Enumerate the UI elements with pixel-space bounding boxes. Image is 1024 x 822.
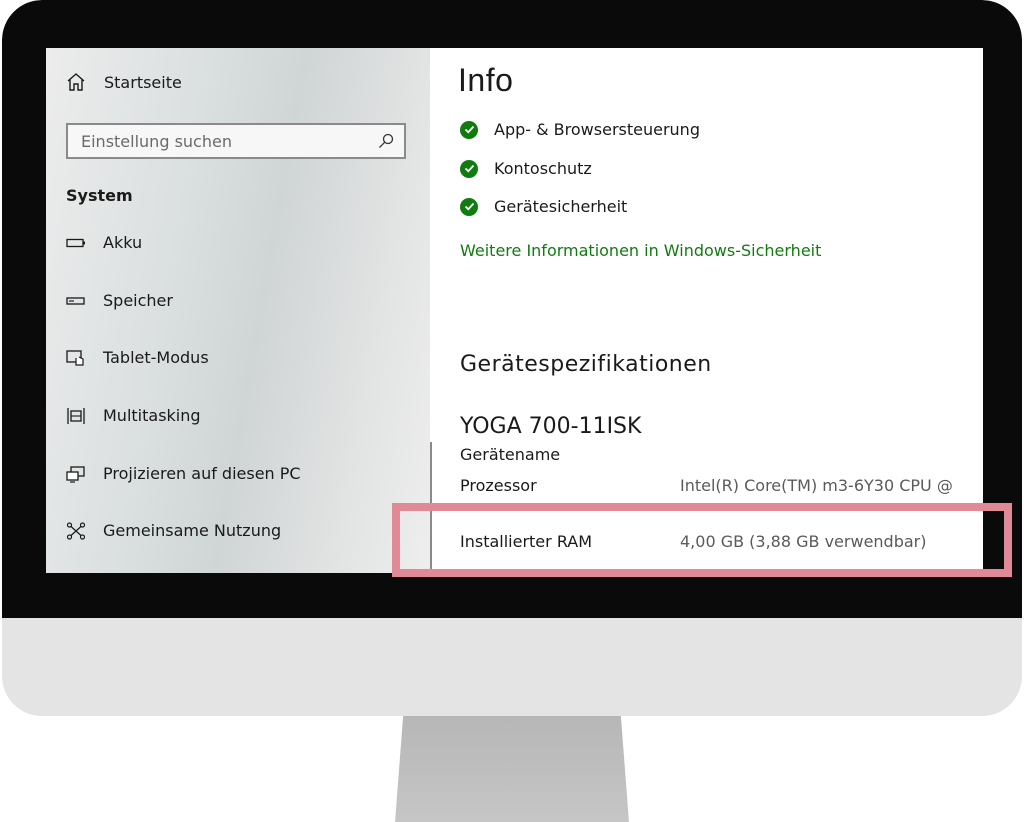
sidebar-home[interactable]: Startseite xyxy=(66,72,182,92)
sidebar-item-multitasking[interactable]: Multitasking xyxy=(66,406,201,425)
storage-icon xyxy=(66,296,85,305)
check-circle-icon xyxy=(460,159,478,178)
section-title: System xyxy=(66,186,133,205)
device-name-label: Gerätename xyxy=(460,445,561,464)
search-input[interactable]: Einstellung suchen xyxy=(66,123,406,159)
status-label: Kontoschutz xyxy=(494,159,592,178)
sidebar-item-label: Akku xyxy=(103,233,143,252)
status-label: Gerätesicherheit xyxy=(494,197,628,216)
spec-value: Intel(R) Core(TM) m3-6Y30 CPU @ xyxy=(680,476,953,495)
battery-icon xyxy=(66,238,85,247)
status-item: App- & Browsersteuerung xyxy=(460,120,700,139)
status-label: App- & Browsersteuerung xyxy=(494,120,700,139)
monitor: Startseite Einstellung suchen System Akk… xyxy=(2,0,1022,716)
tablet-mode-icon xyxy=(66,349,84,366)
specs-heading: Gerätespezifikationen xyxy=(460,352,712,377)
sidebar-item-label: Multitasking xyxy=(103,406,201,425)
sidebar-item-projizieren[interactable]: Projizieren auf diesen PC xyxy=(66,464,301,483)
search-placeholder: Einstellung suchen xyxy=(81,131,232,151)
monitor-stand xyxy=(395,700,629,822)
windows-security-link[interactable]: Weitere Informationen in Windows-Sicherh… xyxy=(460,241,821,260)
sidebar-item-tablet-modus[interactable]: Tablet-Modus xyxy=(66,348,209,367)
share-icon xyxy=(66,521,86,540)
check-circle-icon xyxy=(460,197,478,216)
home-icon xyxy=(67,73,85,91)
content-pane: Info App- & Browsersteuerung Kontoschutz… xyxy=(430,48,983,573)
project-icon xyxy=(66,465,85,483)
sidebar-item-gemeinsame-nutzung[interactable]: Gemeinsame Nutzung xyxy=(66,521,281,540)
home-label: Startseite xyxy=(104,72,182,92)
status-item: Kontoschutz xyxy=(460,159,592,178)
status-item: Gerätesicherheit xyxy=(460,197,627,216)
sidebar-item-label: Projizieren auf diesen PC xyxy=(103,464,301,483)
sidebar-item-akku[interactable]: Akku xyxy=(66,233,142,252)
check-circle-icon xyxy=(460,120,478,139)
sidebar-item-label: Gemeinsame Nutzung xyxy=(103,521,282,540)
sidebar-item-label: Speicher xyxy=(103,291,173,310)
multitasking-icon xyxy=(67,407,85,424)
sidebar-item-speicher[interactable]: Speicher xyxy=(66,291,173,310)
search-icon xyxy=(379,133,394,148)
sidebar: Startseite Einstellung suchen System Akk… xyxy=(46,48,430,573)
sidebar-item-label: Tablet-Modus xyxy=(103,348,209,367)
spec-label: Prozessor xyxy=(460,476,537,495)
settings-window: Startseite Einstellung suchen System Akk… xyxy=(46,48,983,573)
device-name: YOGA 700-11ISK xyxy=(460,414,642,439)
ram-highlight-box xyxy=(392,503,1012,577)
page-title: Info xyxy=(458,62,514,98)
